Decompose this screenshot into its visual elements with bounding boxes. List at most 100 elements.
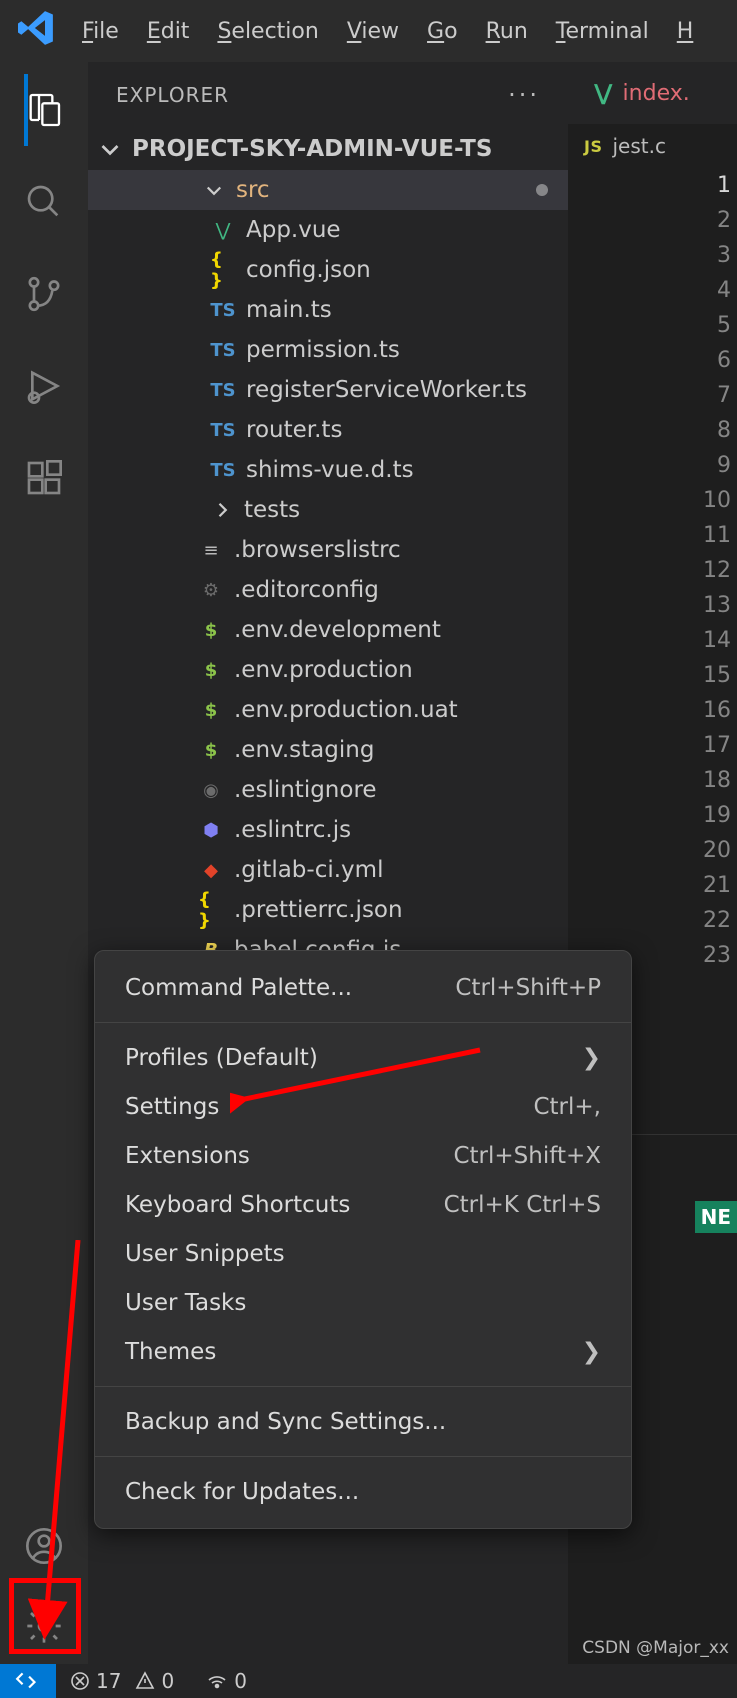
folder-name: tests: [244, 497, 300, 523]
menu-edit[interactable]: Edit: [147, 19, 190, 44]
file-name: .env.production.uat: [234, 697, 458, 723]
menu-item-label: Backup and Sync Settings...: [125, 1409, 446, 1435]
menu-item-label: Command Palette...: [125, 975, 352, 1001]
menu-item-label: User Snippets: [125, 1241, 285, 1267]
context-menu-item[interactable]: Extensions Ctrl+Shift+X: [95, 1131, 631, 1180]
context-menu-item[interactable]: Command Palette...Ctrl+Shift+P: [95, 963, 631, 1012]
project-name: PROJECT-SKY-ADMIN-VUE-TS: [132, 136, 492, 162]
file-name: .eslintrc.js: [234, 817, 351, 843]
status-bar: 17 0 0: [0, 1664, 737, 1698]
menu-view[interactable]: View: [347, 19, 399, 44]
context-menu-item[interactable]: Backup and Sync Settings...: [95, 1397, 631, 1446]
menu-item-label: Profiles (Default): [125, 1045, 318, 1071]
menu-file[interactable]: File: [82, 19, 119, 44]
editor-tabs: ⋁ index.: [568, 62, 737, 124]
file-row[interactable]: ⬢.eslintrc.js: [88, 810, 568, 850]
file-row[interactable]: { }config.json: [88, 250, 568, 290]
accounts-icon[interactable]: [24, 1526, 64, 1566]
outline-badge: NE: [695, 1201, 737, 1233]
file-row[interactable]: TSshims-vue.d.ts: [88, 450, 568, 490]
folder-tests[interactable]: tests: [88, 490, 568, 530]
menu-item-label: Settings: [125, 1094, 219, 1120]
file-name: .env.production: [234, 657, 413, 683]
folder-src[interactable]: src: [88, 170, 568, 210]
menu-go[interactable]: Go: [427, 19, 458, 44]
file-name: .eslintignore: [234, 777, 377, 803]
watermark: CSDN @Major_xx: [582, 1638, 729, 1658]
explorer-title: EXPLORER: [116, 83, 508, 107]
menu-item-label: Extensions: [125, 1143, 250, 1169]
file-row[interactable]: ◆.gitlab-ci.yml: [88, 850, 568, 890]
tab-index-vue[interactable]: ⋁ index.: [580, 62, 704, 124]
context-menu-item[interactable]: Keyboard Shortcuts Ctrl+K Ctrl+S: [95, 1180, 631, 1229]
menubar: File Edit Selection View Go Run Terminal…: [0, 0, 737, 62]
status-warnings[interactable]: 0: [135, 1669, 174, 1693]
menu-separator: [95, 1456, 631, 1457]
breadcrumb[interactable]: JS jest.c: [568, 124, 737, 168]
more-icon[interactable]: ···: [508, 81, 540, 109]
remote-indicator[interactable]: [0, 1664, 56, 1698]
status-errors[interactable]: 17: [70, 1669, 121, 1693]
search-icon[interactable]: [24, 182, 64, 222]
manage-context-menu: Command Palette...Ctrl+Shift+P Profiles (…: [94, 950, 632, 1529]
run-debug-icon[interactable]: [24, 366, 64, 406]
source-control-icon[interactable]: [24, 274, 64, 314]
extensions-icon[interactable]: [24, 458, 64, 498]
file-row[interactable]: TSpermission.ts: [88, 330, 568, 370]
file-row[interactable]: $.env.staging: [88, 730, 568, 770]
file-row[interactable]: $.env.development: [88, 610, 568, 650]
file-name: .env.staging: [234, 737, 374, 763]
file-name: config.json: [246, 257, 371, 283]
file-row[interactable]: TSregisterServiceWorker.ts: [88, 370, 568, 410]
file-row[interactable]: ⋁App.vue: [88, 210, 568, 250]
menu-selection[interactable]: Selection: [217, 19, 318, 44]
file-name: shims-vue.d.ts: [246, 457, 414, 483]
menu-separator: [95, 1386, 631, 1387]
vscode-logo-icon: [18, 10, 54, 52]
dirty-dot-icon: [536, 184, 548, 196]
status-ports[interactable]: 0: [206, 1669, 247, 1693]
manage-gear-icon[interactable]: [24, 1606, 64, 1646]
file-row[interactable]: $.env.production: [88, 650, 568, 690]
file-row[interactable]: ◉.eslintignore: [88, 770, 568, 810]
file-row[interactable]: $.env.production.uat: [88, 690, 568, 730]
menu-item-label: Keyboard Shortcuts: [125, 1192, 350, 1218]
explorer-header: EXPLORER ···: [88, 62, 568, 128]
file-row[interactable]: TSrouter.ts: [88, 410, 568, 450]
breadcrumb-label: jest.c: [612, 134, 665, 158]
folder-name: src: [236, 177, 270, 203]
file-tree: src ⋁App.vue{ }config.jsonTSmain.tsTSper…: [88, 170, 568, 970]
shortcut-label: Ctrl+K Ctrl+S: [444, 1192, 601, 1218]
file-name: .prettierrc.json: [234, 897, 403, 923]
chevron-right-icon: ❯: [582, 1339, 601, 1365]
menu-item-label: Themes: [125, 1339, 216, 1365]
tab-label: index.: [623, 81, 690, 106]
context-menu-item[interactable]: Profiles (Default) ❯: [95, 1033, 631, 1082]
file-name: App.vue: [246, 217, 341, 243]
chevron-right-icon: ❯: [582, 1045, 601, 1071]
menu-item-label: Check for Updates...: [125, 1479, 359, 1505]
menu-run[interactable]: Run: [486, 19, 528, 44]
file-name: .env.development: [234, 617, 441, 643]
file-name: registerServiceWorker.ts: [246, 377, 527, 403]
file-row[interactable]: TSmain.ts: [88, 290, 568, 330]
menu-terminal[interactable]: Terminal: [556, 19, 649, 44]
line-number-gutter: 1234567891011121314151617181920212223: [703, 168, 731, 973]
shortcut-label: Ctrl+,: [533, 1094, 601, 1120]
menu-item-label: User Tasks: [125, 1290, 246, 1316]
js-icon: JS: [584, 137, 602, 156]
context-menu-item[interactable]: User Snippets: [95, 1229, 631, 1278]
menu-help[interactable]: H: [677, 19, 694, 44]
context-menu-item[interactable]: User Tasks: [95, 1278, 631, 1327]
file-name: .browserslistrc: [234, 537, 401, 563]
explorer-icon[interactable]: [24, 90, 64, 130]
context-menu-item[interactable]: Check for Updates...: [95, 1467, 631, 1516]
shortcut-label: Ctrl+Shift+X: [453, 1143, 601, 1169]
project-root[interactable]: PROJECT-SKY-ADMIN-VUE-TS: [88, 128, 568, 170]
file-row[interactable]: ⚙.editorconfig: [88, 570, 568, 610]
context-menu-item[interactable]: Settings Ctrl+,: [95, 1082, 631, 1131]
file-row[interactable]: ≡.browserslistrc: [88, 530, 568, 570]
file-row[interactable]: { }.prettierrc.json: [88, 890, 568, 930]
context-menu-item[interactable]: Themes ❯: [95, 1327, 631, 1376]
activity-bar: [0, 62, 88, 1664]
